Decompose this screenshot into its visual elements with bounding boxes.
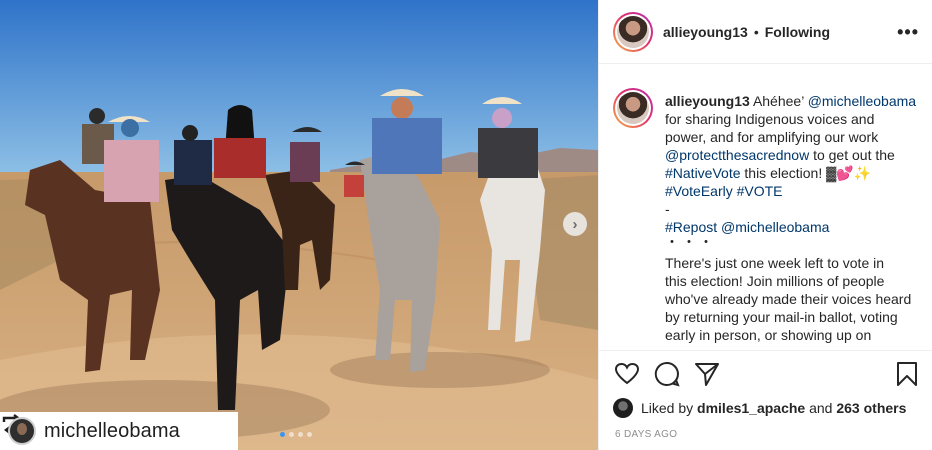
caption-line: to get out the bbox=[813, 147, 895, 163]
following-button[interactable]: Following bbox=[765, 24, 830, 40]
share-icon bbox=[695, 362, 719, 386]
caption-line: for sharing Indigenous voices and bbox=[665, 111, 875, 127]
header-separator: • bbox=[753, 23, 759, 40]
post-timestamp[interactable]: 6 DAYS AGO bbox=[615, 429, 677, 440]
carousel-dot bbox=[307, 432, 312, 437]
mention-link[interactable]: @michelleobama bbox=[808, 93, 916, 109]
repost-username: michelleobama bbox=[44, 419, 180, 442]
likes-summary: Liked by dmiles1_apache and 263 others bbox=[613, 396, 906, 420]
carousel-dot bbox=[298, 432, 303, 437]
avatar-image bbox=[617, 92, 649, 124]
post-header: allieyoung13 • Following ••• bbox=[599, 0, 932, 64]
caption-line: early in person, or showing up on bbox=[665, 327, 872, 343]
caption-ellipsis: ・・・ bbox=[665, 234, 716, 250]
caption-line: who've already made their voices heard bbox=[665, 291, 912, 307]
caption-line: this election! Join millions of people bbox=[665, 273, 885, 289]
hashtag-link[interactable]: #Repost bbox=[665, 219, 717, 235]
carousel-indicator bbox=[280, 432, 312, 437]
comment-button[interactable] bbox=[653, 360, 681, 388]
repost-avatar bbox=[8, 417, 36, 445]
hashtag-link[interactable]: #NativeVote bbox=[665, 165, 741, 181]
likes-prefix: Liked by bbox=[641, 400, 694, 416]
likes-conjunction: and bbox=[809, 400, 833, 416]
repost-attribution[interactable]: michelleobama bbox=[0, 412, 238, 450]
header-username[interactable]: allieyoung13 bbox=[663, 24, 748, 40]
carousel-dot bbox=[289, 432, 294, 437]
post-sidebar: allieyoung13 • Following ••• allieyoung1… bbox=[598, 0, 932, 450]
caption-avatar[interactable] bbox=[613, 88, 653, 128]
chevron-right-icon: › bbox=[572, 215, 578, 233]
mention-link[interactable]: @protectthesacrednow bbox=[665, 147, 809, 163]
action-bar bbox=[599, 350, 932, 396]
caption-dash: - bbox=[665, 201, 670, 217]
caption-line: There's just one week left to vote in bbox=[665, 255, 885, 271]
carousel-next-button[interactable]: › bbox=[563, 212, 587, 236]
liker-avatar[interactable] bbox=[613, 398, 633, 418]
mention-link[interactable]: @michelleobama bbox=[721, 219, 829, 235]
hashtag-link[interactable]: #VoteEarly bbox=[665, 183, 733, 199]
caption-line: by returning your mail-in ballot, voting bbox=[665, 309, 898, 325]
liker-username[interactable]: dmiles1_apache bbox=[697, 400, 805, 416]
caption-line: this election! ▓💕✨ bbox=[744, 165, 872, 181]
heart-icon bbox=[614, 362, 640, 384]
bookmark-icon bbox=[897, 362, 917, 386]
like-button[interactable] bbox=[613, 360, 641, 388]
carousel-dot bbox=[280, 432, 285, 437]
share-button[interactable] bbox=[693, 360, 721, 388]
hashtag-link[interactable]: #VOTE bbox=[737, 183, 783, 199]
caption-greeting: Ahéhee’ bbox=[752, 93, 804, 109]
caption-username[interactable]: allieyoung13 bbox=[665, 93, 750, 109]
avatar-image bbox=[617, 15, 649, 48]
caption-line: power, and for amplifying our work bbox=[665, 129, 879, 145]
more-horizontal-icon[interactable]: ••• bbox=[897, 22, 919, 43]
comment-icon bbox=[654, 361, 680, 386]
caption-text: allieyoung13 Ahéhee’ @michelleobama for … bbox=[665, 78, 919, 348]
post-photo[interactable]: › michelleobama bbox=[0, 0, 598, 450]
likes-count-link[interactable]: 263 others bbox=[836, 400, 906, 416]
photo-scene bbox=[0, 0, 598, 450]
header-avatar[interactable] bbox=[613, 11, 653, 52]
post-caption: allieyoung13 Ahéhee’ @michelleobama for … bbox=[599, 78, 932, 348]
save-button[interactable] bbox=[893, 360, 921, 388]
